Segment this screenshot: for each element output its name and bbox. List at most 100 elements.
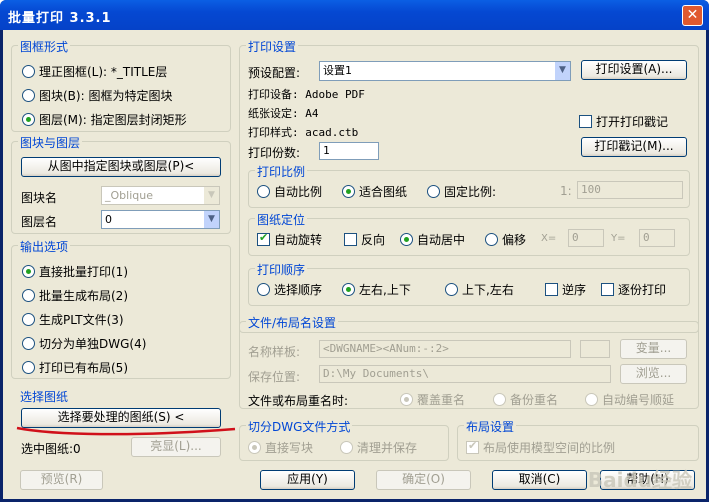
output-option-label: 批量生成布局(2) [39,289,128,303]
close-button[interactable]: ✕ [682,5,703,26]
template-label: 名称样板: [248,345,301,359]
radio-icon[interactable] [585,393,598,406]
copies-input[interactable]: 1 [319,142,379,160]
x-offset-input[interactable]: 0 [568,229,604,247]
save-location-input[interactable]: D:\My Documents\ [319,365,611,383]
template-input[interactable]: <DWGNAME><ANum:-:2> [319,340,571,358]
checkbox-icon[interactable] [344,233,357,246]
layout-settings-group: 布局设置 布局使用模型空间的比例 [457,418,699,461]
use-model-scale-checkbox[interactable]: 布局使用模型空间的比例 [466,439,615,456]
radio-icon[interactable] [493,393,506,406]
checkbox-icon[interactable] [257,231,270,246]
split-direct-option[interactable]: 直接写块 [248,439,313,456]
scale-title: 打印比例 [255,163,308,180]
output-option-existing[interactable]: 打印已有布局(5) [22,359,128,376]
y-offset-input[interactable]: 0 [639,229,675,247]
block-name-label: 图块名 [21,191,58,205]
print-settings-button[interactable]: 打印设置(A)... [581,60,687,80]
frame-option-label: 图块(B): 图框为特定图块 [39,89,173,103]
scale-group: 打印比例 自动比例 适合图纸 固定比例: 1: 100 [248,163,690,208]
order-select-option[interactable]: 选择顺序 [257,281,322,298]
open-stamp-checkbox[interactable]: 打开打印戳记 [579,113,668,130]
checkbox-icon[interactable] [579,115,592,128]
radio-icon[interactable] [257,283,270,296]
highlight-button[interactable]: 亮显(L)... [131,437,221,457]
block-name-value: _Oblique [105,189,153,202]
preset-select[interactable]: 设置1 ▼ [319,61,571,81]
frame-option-label: 图层(M): 指定图层封闭矩形 [39,113,187,127]
scale-auto-option[interactable]: 自动比例 [257,183,322,200]
scale-fixed-option[interactable]: 固定比例: [427,183,496,200]
auto-rotate-label: 自动旋转 [274,233,323,247]
scale-fit-option[interactable]: 适合图纸 [342,183,407,200]
frame-option-block[interactable]: 图块(B): 图框为特定图块 [22,87,172,104]
dialog-body: 图框形式 理正图框(L): *_TITLE层 图块(B): 图框为特定图块 图层… [3,30,706,499]
title-bar[interactable]: 批量打印 3.3.1 ✕ [0,0,709,30]
template-extra-input[interactable] [580,340,610,358]
scale-ratio-input[interactable]: 100 [577,181,683,199]
offset-option[interactable]: 偏移 [485,231,526,248]
radio-icon[interactable] [22,265,35,278]
order-tb-lr-option[interactable]: 上下,左右 [445,281,514,298]
output-option-plt[interactable]: 生成PLT文件(3) [22,311,124,328]
copies-label: 打印份数: [248,146,301,160]
dialog-window: 批量打印 3.3.1 ✕ 图框形式 理正图框(L): *_TITLE层 图块(B… [0,0,709,502]
auto-center-option[interactable]: 自动居中 [400,231,465,248]
radio-icon[interactable] [342,283,355,296]
dup-overwrite-option[interactable]: 覆盖重名 [400,391,465,408]
cancel-button[interactable]: 取消(C) [492,470,587,490]
radio-icon[interactable] [340,441,353,454]
auto-rotate-checkbox[interactable]: 自动旋转 [257,231,322,248]
radio-icon[interactable] [22,289,35,302]
order-lr-tb-option[interactable]: 左右,上下 [342,281,411,298]
block-name-select[interactable]: _Oblique ▼ [101,186,220,205]
radio-icon[interactable] [400,233,413,246]
radio-icon[interactable] [445,283,458,296]
layer-name-select[interactable]: 0 ▼ [101,210,220,229]
radio-icon[interactable] [22,65,35,78]
pick-block-layer-button[interactable]: 从图中指定图块或图层(P)< [21,157,221,177]
preview-button[interactable]: 预览(R) [20,470,103,490]
printer-device: 打印设备: Adobe PDF [248,88,365,101]
reverse-checkbox[interactable]: 反向 [344,231,385,248]
frame-option-titleblock[interactable]: 理正图框(L): *_TITLE层 [22,63,167,80]
watermark: Baidu经验 [587,468,692,492]
radio-icon[interactable] [485,233,498,246]
radio-icon[interactable] [22,361,35,374]
output-option-layout[interactable]: 批量生成布局(2) [22,287,128,304]
output-option-dwg[interactable]: 切分为单独DWG(4) [22,335,146,352]
checkbox-icon[interactable] [466,439,479,454]
radio-icon[interactable] [257,185,270,198]
open-stamp-label: 打开打印戳记 [596,115,669,129]
radio-icon[interactable] [22,113,35,126]
radio-icon[interactable] [22,337,35,350]
radio-icon[interactable] [427,185,440,198]
frame-option-layer[interactable]: 图层(M): 指定图层封闭矩形 [22,111,187,128]
radio-icon[interactable] [248,441,261,454]
red-underline-annotation [16,426,236,436]
dup-auto-label: 自动编号顺延 [602,393,675,407]
order-lr-tb-label: 左右,上下 [359,283,411,297]
y-label: Y= [611,233,626,244]
ok-button[interactable]: 确定(O) [376,470,471,490]
print-stamp-button[interactable]: 打印戳记(M)... [581,137,687,157]
dup-overwrite-label: 覆盖重名 [417,393,466,407]
split-clean-option[interactable]: 清理并保存 [340,439,417,456]
radio-icon[interactable] [22,313,35,326]
scale-fit-label: 适合图纸 [359,185,408,199]
variables-button[interactable]: 变量... [620,339,687,359]
radio-icon[interactable] [342,185,355,198]
reverse-order-checkbox[interactable]: 逆序 [545,281,586,298]
one-by-one-checkbox[interactable]: 逐份打印 [601,281,666,298]
window-title: 批量打印 3.3.1 [8,11,112,26]
split-clean-label: 清理并保存 [357,441,418,455]
radio-icon[interactable] [400,393,413,406]
apply-button[interactable]: 应用(Y) [260,470,355,490]
browse-button[interactable]: 浏览... [620,364,687,384]
dup-auto-option[interactable]: 自动编号顺延 [585,391,674,408]
output-option-print[interactable]: 直接批量打印(1) [22,263,128,280]
radio-icon[interactable] [22,89,35,102]
checkbox-icon[interactable] [545,283,558,296]
dup-backup-option[interactable]: 备份重名 [493,391,558,408]
checkbox-icon[interactable] [601,283,614,296]
